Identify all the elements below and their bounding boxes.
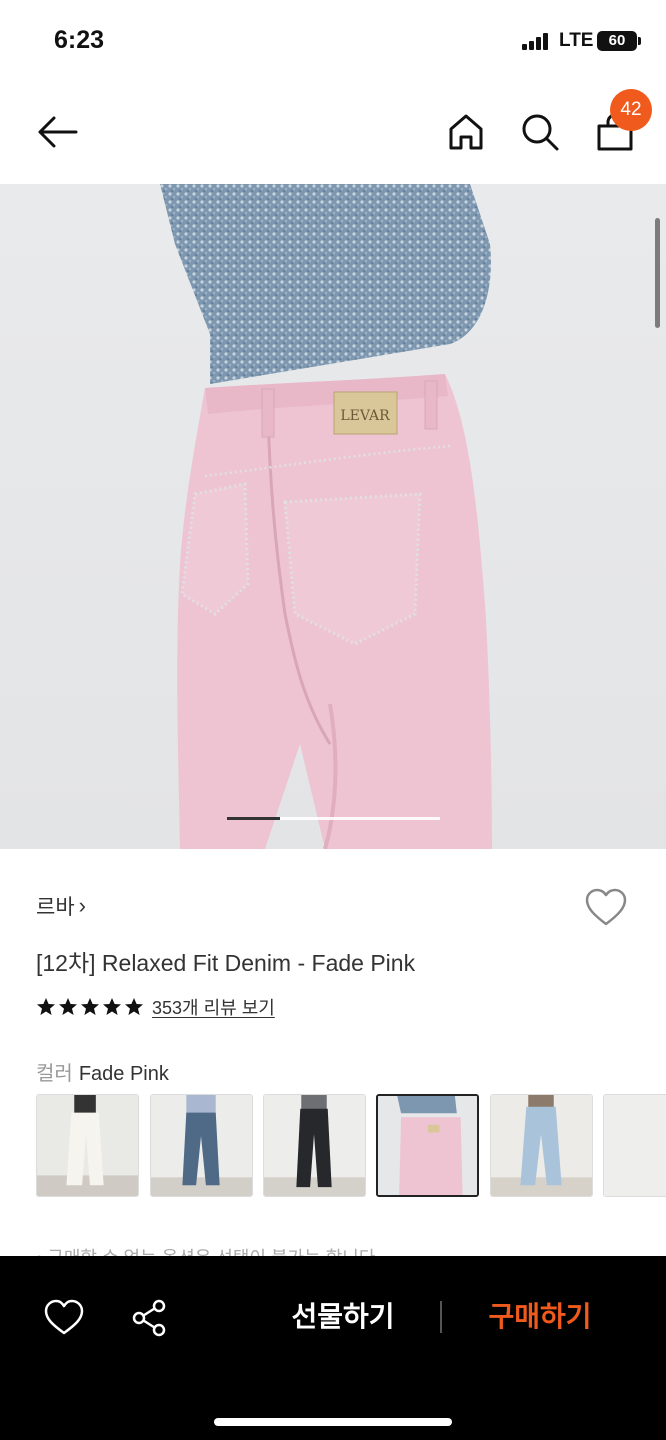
search-icon: [522, 114, 559, 151]
product-image-gallery[interactable]: LEVAR: [0, 184, 666, 849]
color-label: 컬러: [36, 1063, 73, 1085]
color-value: Fade Pink: [78, 1063, 169, 1085]
color-swatch-fade-pink[interactable]: [376, 1094, 479, 1197]
status-bar: 6:23 LTE 60: [0, 0, 666, 80]
top-nav: [0, 80, 666, 184]
color-swatch-light-blue[interactable]: [490, 1094, 593, 1197]
heart-icon: [585, 888, 627, 926]
share-icon: [132, 1299, 166, 1337]
status-time: 6:23: [54, 26, 105, 54]
product-photo: LEVAR: [160, 184, 492, 849]
wishlist-button[interactable]: [44, 1298, 84, 1338]
color-swatch-list: [36, 1094, 666, 1198]
home-icon: [449, 114, 483, 150]
color-swatch-black[interactable]: [263, 1094, 366, 1197]
search-button[interactable]: [518, 110, 562, 154]
back-button[interactable]: [34, 110, 80, 154]
gallery-pager-thumb: [227, 817, 280, 820]
battery-icon: 60: [597, 31, 637, 51]
svg-text:LEVAR: LEVAR: [340, 408, 390, 424]
swatch-thumbnail: [37, 1095, 138, 1196]
star-icon: [37, 998, 55, 1015]
scroll-indicator: [655, 218, 660, 328]
star-icon: [81, 998, 99, 1015]
color-swatch-white[interactable]: [36, 1094, 139, 1197]
rating-stars: [36, 997, 144, 1017]
like-button[interactable]: [584, 886, 628, 930]
star-icon: [125, 998, 143, 1015]
swatch-thumbnail: [264, 1095, 365, 1196]
battery-tip: [638, 37, 641, 45]
star-icon: [59, 998, 77, 1015]
color-row: 컬러 Fade Pink: [36, 1057, 169, 1086]
chevron-right-icon: ›: [78, 893, 86, 918]
swatch-thumbnail: [604, 1095, 666, 1196]
cart-count-badge: 42: [610, 89, 652, 131]
gift-button[interactable]: 선물하기: [260, 1294, 426, 1340]
brand-name: 르바: [36, 896, 75, 919]
buy-button[interactable]: 구매하기: [458, 1294, 622, 1340]
share-button[interactable]: [130, 1298, 170, 1338]
home-button[interactable]: [444, 110, 488, 154]
heart-icon: [44, 1299, 84, 1335]
swatch-thumbnail: [491, 1095, 592, 1196]
home-indicator[interactable]: [214, 1418, 452, 1426]
bottom-action-bar: 선물하기 구매하기: [0, 1256, 666, 1440]
network-label: LTE: [559, 30, 594, 51]
signal-icon: [522, 32, 552, 50]
button-divider: [440, 1301, 442, 1333]
review-link[interactable]: 353개 리뷰 보기: [152, 994, 275, 1020]
color-swatch-mid-blue[interactable]: [150, 1094, 253, 1197]
rating-row: 353개 리뷰 보기: [36, 994, 275, 1020]
color-swatch-more[interactable]: [603, 1094, 666, 1197]
brand-link[interactable]: 르바 ›: [36, 892, 86, 920]
product-title: [12차] Relaxed Fit Denim - Fade Pink: [36, 950, 416, 976]
swatch-thumbnail: [378, 1096, 477, 1195]
star-icon: [103, 998, 121, 1015]
arrow-left-icon: [38, 116, 78, 148]
swatch-thumbnail: [151, 1095, 252, 1196]
